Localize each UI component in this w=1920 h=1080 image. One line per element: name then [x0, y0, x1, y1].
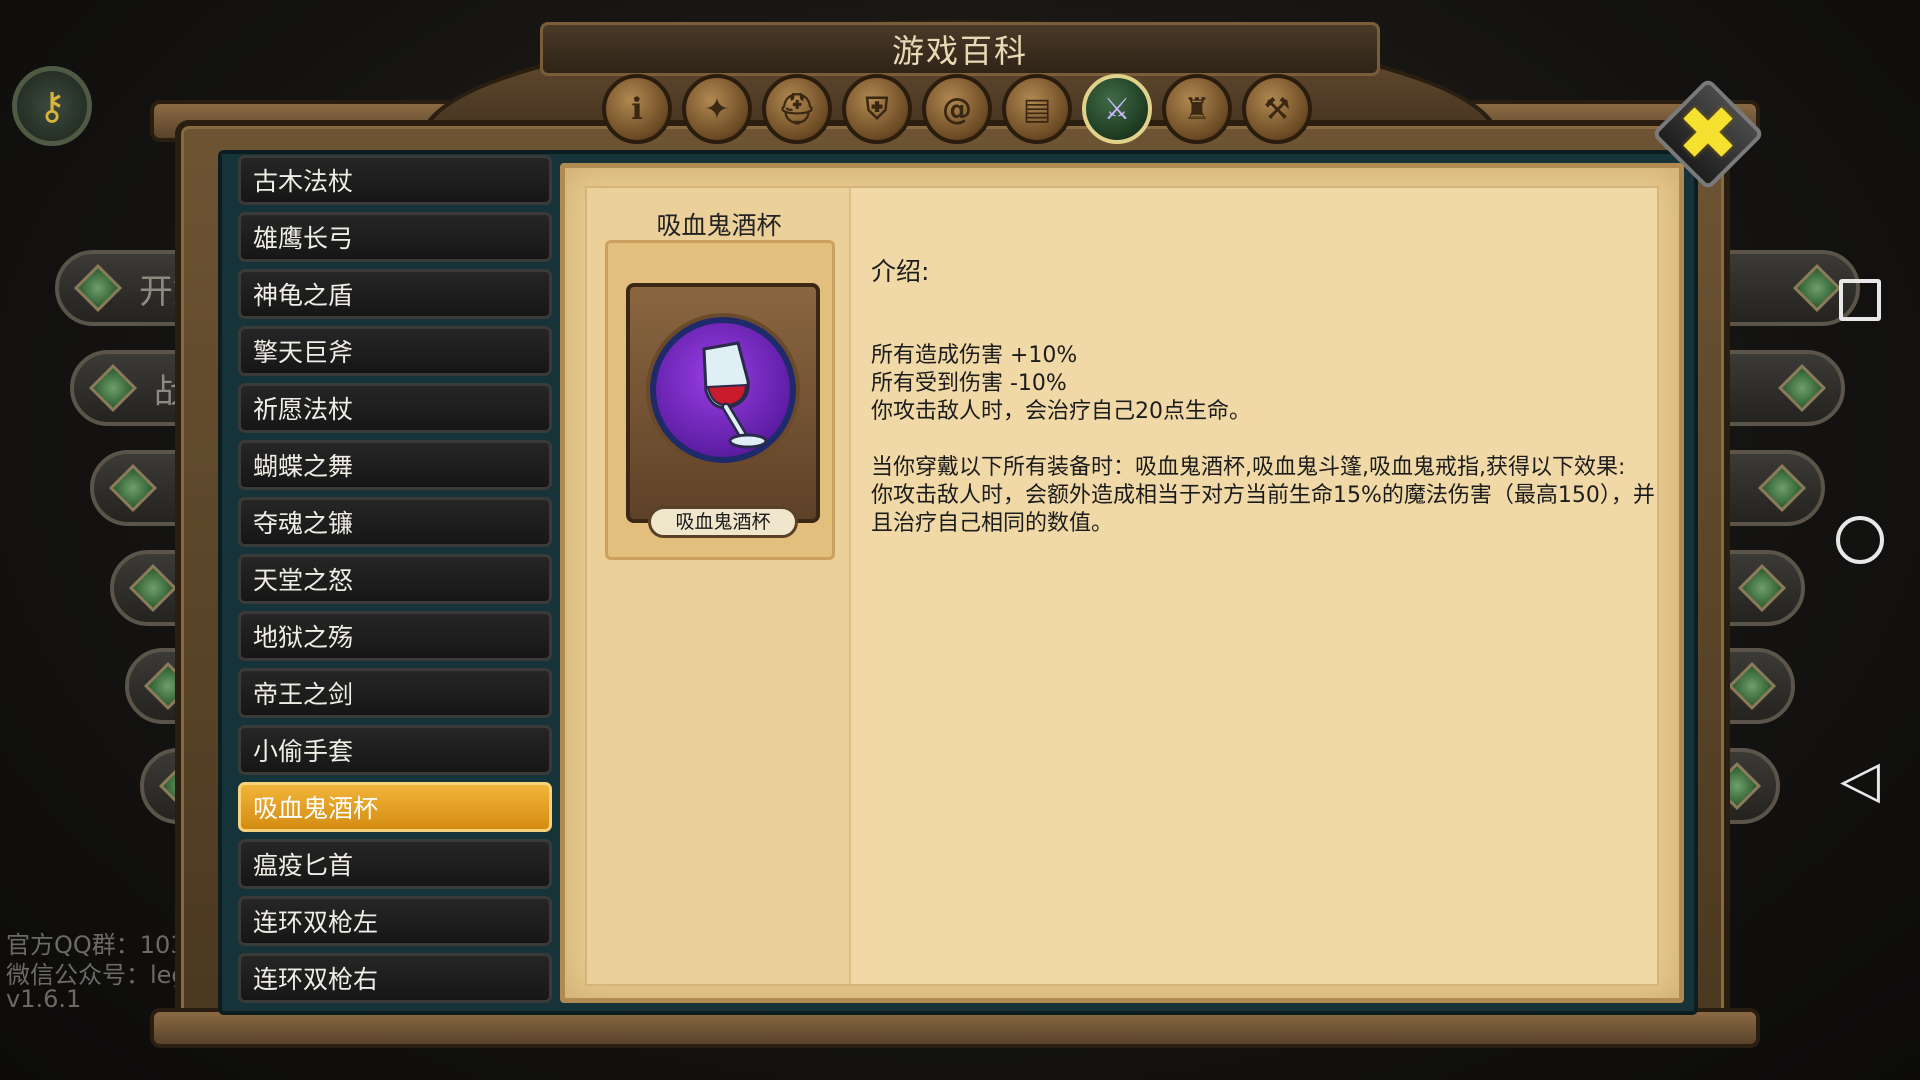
square-icon [1839, 279, 1881, 321]
weapon-icon: ✦ [704, 91, 730, 127]
category-tabs: ℹ ✦ ⛑ ⛨ @ ▤ ⚔ ♜ ⚒ [602, 74, 1312, 144]
list-item[interactable]: 神龟之盾 [238, 269, 552, 319]
detail-panel: 吸血鬼酒杯 吸血鬼酒杯 介绍: 所有造成伤害 +10% 所有受到伤害 -10% … [560, 163, 1684, 1003]
description-heading: 介绍: [871, 257, 930, 286]
list-item[interactable]: 连环双枪左 [238, 896, 552, 946]
game-screen: 开始 战 自 选项 百科 就 官方QQ群：103 微信公众号：leg v1.6.… [0, 0, 1920, 1080]
list-item[interactable]: 古木法杖 [238, 155, 552, 205]
gem-icon [108, 463, 158, 513]
wine-glass-icon [702, 341, 768, 449]
tab-hammer[interactable]: ⚒ [1242, 74, 1312, 144]
close-icon: ✖ [1676, 91, 1739, 177]
dialog-title: 游戏百科 [891, 32, 1028, 70]
list-item[interactable]: 蝴蝶之舞 [238, 440, 552, 490]
gem-icon [1737, 563, 1787, 613]
helmet-icon: ⛑ [777, 91, 817, 127]
triangle-back-icon: ◁ [1840, 750, 1880, 810]
list-item[interactable]: 吸血鬼酒杯 [238, 782, 552, 832]
tab-book[interactable]: ▤ [1002, 74, 1072, 144]
sword-shield-icon: ⚔ [1103, 91, 1131, 127]
description-body: 所有造成伤害 +10% 所有受到伤害 -10% 你攻击敌人时，会治疗自己20点生… [871, 343, 1655, 536]
tab-helmet[interactable]: ⛑ [762, 74, 832, 144]
gem-icon [1727, 661, 1777, 711]
gem-icon [1757, 463, 1807, 513]
list-item[interactable]: 祈愿法杖 [238, 383, 552, 433]
list-item[interactable]: 擎天巨斧 [238, 326, 552, 376]
gem-icon [73, 263, 123, 313]
tab-sword-shield[interactable]: ⚔ [1082, 74, 1152, 144]
tab-info-scroll[interactable]: ℹ [602, 74, 672, 144]
key-icon: ⚷ [38, 84, 66, 128]
gem-icon [1777, 363, 1827, 413]
tab-swirl[interactable]: @ [922, 74, 992, 144]
list-item[interactable]: 雄鹰长弓 [238, 212, 552, 262]
hammer-icon: ⚒ [1263, 91, 1291, 127]
recent-apps-button[interactable] [1835, 275, 1885, 325]
back-button[interactable]: ◁ [1835, 750, 1885, 810]
list-item[interactable]: 瘟疫匕首 [238, 839, 552, 889]
version-text: v1.6.1 [6, 985, 82, 1013]
armor-icon: ⛨ [865, 91, 889, 127]
info-scroll-icon: ℹ [631, 91, 643, 127]
home-button[interactable] [1835, 515, 1885, 565]
item-card: 吸血鬼酒杯 [605, 240, 835, 560]
card-label: 吸血鬼酒杯 [648, 506, 798, 538]
list-item[interactable]: 天堂之怒 [238, 554, 552, 604]
gem-icon [88, 363, 138, 413]
tab-armor[interactable]: ⛨ [842, 74, 912, 144]
item-orb [650, 317, 796, 463]
list-item[interactable]: 夺魂之镰 [238, 497, 552, 547]
tab-character[interactable]: ♜ [1162, 74, 1232, 144]
list-item[interactable]: 小偷手套 [238, 725, 552, 775]
item-list[interactable]: 古木法杖雄鹰长弓神龟之盾擎天巨斧祈愿法杖蝴蝶之舞夺魂之镰天堂之怒地狱之殇帝王之剑… [238, 155, 552, 1013]
gem-icon [1792, 263, 1842, 313]
item-name: 吸血鬼酒杯 [656, 211, 782, 240]
card-frame [626, 283, 820, 523]
circle-icon [1836, 516, 1884, 564]
tab-weapon[interactable]: ✦ [682, 74, 752, 144]
list-item[interactable]: 连环双枪右 [238, 953, 552, 1003]
key-button[interactable]: ⚷ [12, 66, 92, 146]
character-icon: ♜ [1183, 91, 1211, 127]
list-item[interactable]: 地狱之殇 [238, 611, 552, 661]
detail-inner: 吸血鬼酒杯 吸血鬼酒杯 介绍: 所有造成伤害 +10% 所有受到伤害 -10% … [585, 186, 1659, 986]
detail-left-column: 吸血鬼酒杯 吸血鬼酒杯 [587, 188, 851, 984]
gem-icon [128, 563, 178, 613]
swirl-icon: @ [942, 91, 972, 127]
list-item[interactable]: 帝王之剑 [238, 668, 552, 718]
book-icon: ▤ [1022, 91, 1052, 127]
item-description: 介绍: 所有造成伤害 +10% 所有受到伤害 -10% 你攻击敌人时，会治疗自己… [871, 202, 1661, 594]
